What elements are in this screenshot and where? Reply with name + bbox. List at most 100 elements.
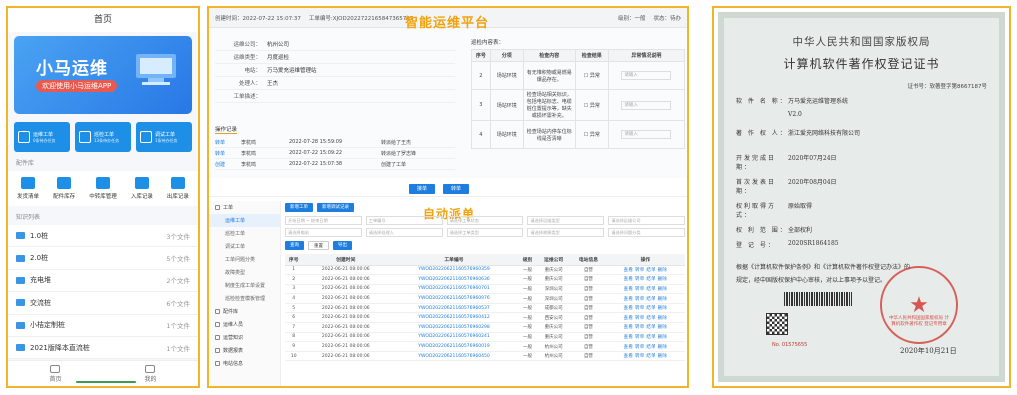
- cell-order[interactable]: YWOD20220621160576960537: [389, 303, 519, 314]
- sidebar-item-reports[interactable]: 数据报表: [209, 344, 280, 357]
- search-button[interactable]: 查询: [285, 241, 304, 250]
- sidebar-item-stations[interactable]: 电站信息: [209, 357, 280, 370]
- sidebar-item-auto-order-settings[interactable]: 制度生成工单设置: [209, 279, 280, 292]
- icon-label: 入库记录: [130, 194, 153, 200]
- list-item[interactable]: 2021版降本直流桩 1个文件: [8, 337, 198, 360]
- sidebar-item-knowledge[interactable]: 运营知识: [209, 331, 280, 344]
- note-input[interactable]: 请输入: [621, 100, 672, 110]
- station-select[interactable]: 请选择电站: [285, 228, 362, 237]
- folder-icon: [16, 321, 25, 329]
- status-select[interactable]: 请选择工单状态: [446, 216, 524, 225]
- reset-button[interactable]: 重置: [308, 241, 329, 250]
- table-row[interactable]: 4 2022-06-21 08:00:06 YWOD2022062116057696…: [285, 293, 685, 304]
- table-row[interactable]: 2 2022-06-21 08:00:06 YWOD2022062116057696…: [285, 274, 685, 285]
- sidebar-item-orders[interactable]: 工单: [209, 201, 280, 214]
- note-input[interactable]: 请输入: [621, 71, 672, 80]
- app-banner[interactable]: 小马运维 欢迎使用小马运维APP: [14, 36, 192, 114]
- sidebar-item-debug-orders[interactable]: 调试工单: [209, 240, 280, 253]
- cert-row: 权 利 范 围： 全部权利: [736, 225, 987, 234]
- sidebar-item-staff[interactable]: 运维人员: [209, 318, 280, 331]
- inbox-icon: [134, 177, 149, 189]
- cell-ops[interactable]: 查看 转单 结单 删除: [605, 312, 685, 324]
- cell-ops[interactable]: 查看 转单 结单 删除: [605, 332, 685, 343]
- cell-ops[interactable]: 查看 转单 结单 删除: [605, 293, 685, 304]
- sidebar-item-inspection-orders[interactable]: 巡检工单: [209, 227, 280, 240]
- transfer-order-button[interactable]: 转单: [443, 184, 470, 194]
- list-item[interactable]: 充电堆 2个文件: [8, 270, 198, 293]
- table-row[interactable]: 1 2022-06-21 08:00:06 YWOD2022062116057696…: [285, 265, 685, 276]
- export-button[interactable]: 导出: [333, 241, 352, 250]
- sidebar-item-issue-category[interactable]: 工单问题分类: [209, 253, 280, 266]
- list-item[interactable]: 2.0桩 5个文件: [8, 247, 198, 270]
- cell-order[interactable]: YWOD20220621160576960976: [389, 293, 519, 304]
- list-item[interactable]: 1.0桩 3个文件: [8, 225, 198, 248]
- sidebar-item-fault-type[interactable]: 故障类型: [209, 266, 280, 279]
- company-select[interactable]: 请选择运维公司: [608, 216, 685, 225]
- cell-ops[interactable]: 查看 转单 结单 删除: [605, 265, 685, 276]
- log-time: 2022-07-22 15:09:22: [289, 150, 343, 156]
- cell-ops[interactable]: 查看 转单 结单 删除: [605, 274, 685, 285]
- cell-order[interactable]: YWOD20220621160576960636: [389, 274, 519, 285]
- web-admin-panel: 创建时间：2022-07-22 15:07:37 工单编号:XJOD202272…: [207, 6, 689, 388]
- form-row: 处理人： 王杰: [215, 77, 455, 90]
- handler-select[interactable]: 请选择处理人: [365, 228, 443, 237]
- table-row[interactable]: 6 2022-06-21 08:00:06 YWOD2022062116057696…: [285, 312, 685, 324]
- cell-level: 一般: [518, 265, 537, 276]
- type-select[interactable]: 请选择运维类型: [527, 216, 605, 225]
- table-row[interactable]: 7 2022-06-21 08:00:06 YWOD2022062116057696…: [285, 322, 685, 333]
- order-no-input[interactable]: 工单编号: [365, 216, 443, 225]
- table-row[interactable]: 9 2022-06-21 08:00:06 YWOD2022062116057696…: [285, 341, 685, 352]
- col-header: 操作: [605, 254, 685, 266]
- cell-order[interactable]: YWOD20220621160576960359: [389, 265, 519, 276]
- sidebar-item-maintenance-orders[interactable]: 运维工单: [209, 214, 280, 227]
- card-maintenance-orders[interactable]: 运维工单 0条待办任务: [14, 122, 70, 152]
- sidebar-label: 巡检工单: [225, 231, 246, 237]
- cell-order[interactable]: YWOD20220621160576960298: [389, 322, 519, 333]
- icon-parts-stock[interactable]: 配件库存: [53, 177, 75, 200]
- fault-type-select[interactable]: 请选择故障类型: [527, 228, 605, 237]
- cell-level: 一般: [518, 284, 537, 295]
- card-inspection-orders[interactable]: 巡检工单 13条待办任务: [75, 122, 131, 152]
- date-range-input[interactable]: 开始日期 ~ 结束日期: [285, 216, 362, 225]
- cell-order[interactable]: YWOD20220621160576960412: [389, 312, 519, 324]
- col-header: 创建时间: [302, 254, 390, 266]
- cell-order[interactable]: YWOD20220621160576960241: [389, 332, 519, 343]
- sidebar-item-parts[interactable]: 配件库: [209, 305, 280, 318]
- cell-order[interactable]: YWOD20220621160576960701: [389, 284, 519, 295]
- issue-category-select[interactable]: 请选择问题分类: [608, 228, 685, 237]
- tab-mine[interactable]: 我的: [144, 364, 157, 383]
- order-type-select[interactable]: 请选择工单类型: [446, 228, 524, 237]
- list-item[interactable]: 小桔定制桩 1个文件: [8, 315, 198, 337]
- tab-home[interactable]: 首页: [49, 364, 62, 383]
- cell-order[interactable]: YWOD20220621160576960450: [389, 351, 519, 362]
- cell-no: 1: [285, 265, 303, 276]
- add-order-button[interactable]: 新增工单: [285, 203, 313, 212]
- icon-outbound-records[interactable]: 出库记录: [167, 177, 189, 200]
- table-row[interactable]: 8 2022-06-21 08:00:06 YWOD2022062116057696…: [285, 332, 685, 343]
- table-row[interactable]: 5 2022-06-21 08:00:06 YWOD2022062116057696…: [285, 303, 685, 314]
- receive-order-button[interactable]: 接单: [409, 184, 436, 194]
- chart-icon: [215, 348, 220, 353]
- icon-shipping-list[interactable]: 发货清单: [17, 177, 39, 200]
- icon-transit-warehouse[interactable]: 中转库管理: [89, 177, 117, 200]
- card-sub: 0条待办任务: [33, 137, 56, 143]
- cell-order[interactable]: YWOD20220621160576960019: [389, 341, 519, 352]
- log-desc: 转派给了罗志锋: [381, 150, 417, 157]
- cell-ops[interactable]: 查看 转单 结单 删除: [605, 341, 685, 352]
- cell-ops[interactable]: 查看 转单 结单 删除: [605, 322, 685, 333]
- folder-icon: [16, 276, 25, 284]
- sidebar-item-inspection-templates[interactable]: 巡检检查模板管理: [209, 292, 280, 305]
- card-debug-orders[interactable]: 调试工单 1条待办任务: [136, 122, 192, 152]
- table-row[interactable]: 10 2022-06-21 08:00:06 YWOD202206211605769…: [285, 351, 685, 362]
- sidebar-label: 运维人员: [223, 322, 244, 328]
- cell-ops[interactable]: 查看 转单 结单 删除: [605, 351, 685, 362]
- table-row[interactable]: 3 2022-06-21 08:00:06 YWOD2022062116057696…: [285, 284, 685, 295]
- add-debug-record-button[interactable]: 新增调试记录: [317, 203, 354, 212]
- note-input[interactable]: 请输入: [621, 130, 672, 139]
- cell-ops[interactable]: 查看 转单 结单 删除: [605, 303, 685, 314]
- cell-ops[interactable]: 查看 转单 结单 删除: [605, 284, 685, 295]
- icon-inbound-records[interactable]: 入库记录: [131, 177, 153, 200]
- filter-bar: 开始日期 ~ 结束日期 工单编号 请选择工单状态 请选择运维类型 请选择运维公司…: [285, 216, 685, 237]
- order-status: 状态：待办: [653, 15, 681, 22]
- list-item[interactable]: 交流桩 6个文件: [8, 292, 198, 315]
